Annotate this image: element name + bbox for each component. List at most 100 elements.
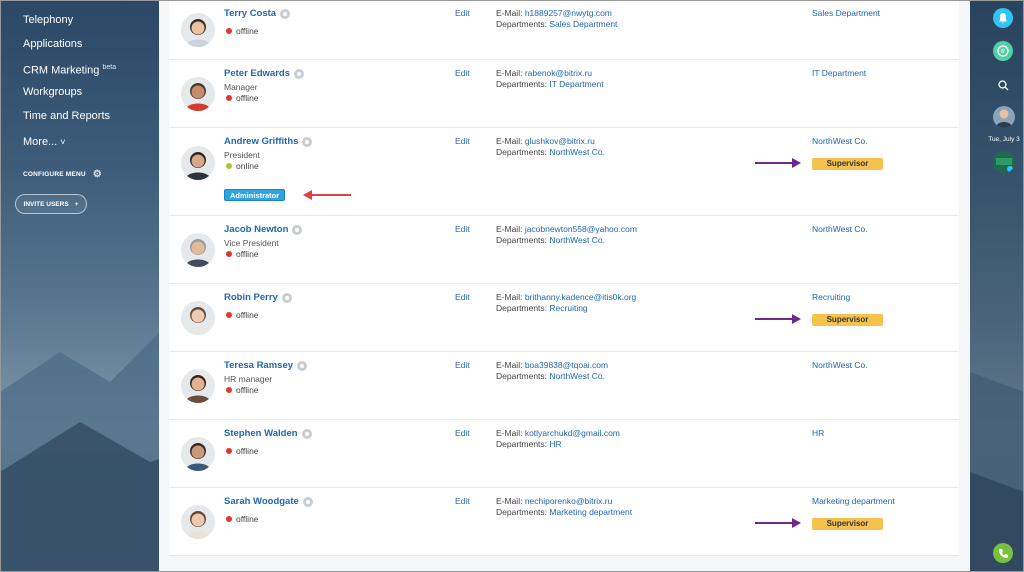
left-sidebar: Telephony Applications CRM Marketing bet… (0, 0, 158, 572)
department-link[interactable]: Recruiting (549, 303, 587, 313)
employee-name[interactable]: Teresa Ramsey (224, 360, 308, 371)
edit-link[interactable]: Edit (455, 292, 470, 302)
department-column-link[interactable]: NorthWest Co. (812, 136, 868, 146)
department-column-link[interactable]: Marketing department (812, 496, 895, 506)
department-link[interactable]: HR (549, 439, 561, 449)
employee-position: President (224, 150, 260, 160)
edit-link[interactable]: Edit (455, 68, 470, 78)
sidebar-item-workgroups[interactable]: Workgroups (0, 80, 158, 104)
beta-tag: beta (102, 64, 117, 71)
invite-users-button[interactable]: INVITE USERS + (15, 194, 87, 214)
edit-link[interactable]: Edit (455, 136, 470, 146)
employee-name-text: Robin Perry (224, 292, 278, 303)
call-button[interactable] (993, 543, 1013, 563)
edit-link[interactable]: Edit (455, 428, 470, 438)
employee-name-text: Sarah Woodgate (224, 496, 299, 507)
email-link[interactable]: rabenok@bitrix.ru (525, 68, 592, 78)
employee-name[interactable]: Sarah Woodgate (224, 496, 313, 507)
sidebar-item-time-reports[interactable]: Time and Reports (0, 104, 158, 128)
status-text: offline (236, 249, 259, 259)
edit-link[interactable]: Edit (455, 8, 470, 18)
table-row: Robin Perry offline Edit E-Mail: brithanny.… (169, 284, 959, 352)
email-link[interactable]: glushkov@bitrix.ru (525, 136, 595, 146)
table-row: Andrew Griffiths President online Administr… (169, 128, 959, 216)
gear-icon[interactable] (302, 496, 313, 507)
chat-button[interactable] (993, 41, 1013, 61)
status-indicator: online (226, 161, 259, 171)
department-link[interactable]: IT Department (549, 79, 603, 89)
email-link[interactable]: nechiporenko@bitrix.ru (525, 496, 613, 506)
department-column-link[interactable]: HR (812, 428, 824, 438)
avatar[interactable] (181, 13, 215, 47)
gear-icon[interactable] (280, 8, 291, 19)
supervisor-badge: Supervisor (812, 518, 883, 530)
employee-name[interactable]: Robin Perry (224, 292, 292, 303)
department-column-link[interactable]: Recruiting (812, 292, 850, 302)
status-text: online (236, 161, 259, 171)
avatar[interactable] (181, 437, 215, 471)
avatar[interactable] (181, 369, 215, 403)
email-label: E-Mail: (496, 428, 525, 438)
notifications-button[interactable] (993, 8, 1013, 28)
configure-menu-button[interactable]: CONFIGURE MENU ⚙ (23, 169, 102, 180)
sidebar-item-more[interactable]: More... ˅ (0, 130, 158, 154)
gear-icon[interactable] (281, 292, 292, 303)
gear-icon[interactable] (301, 428, 312, 439)
employee-name[interactable]: Jacob Newton (224, 224, 303, 235)
status-dot-icon (226, 28, 232, 34)
avatar[interactable] (181, 146, 215, 180)
email-link[interactable]: h1889257@nwytg.com (525, 8, 612, 18)
gear-icon[interactable] (302, 136, 313, 147)
avatar[interactable] (181, 77, 215, 111)
email-link[interactable]: brithanny.kadence@itis0k.org (525, 292, 636, 302)
edit-link[interactable]: Edit (455, 360, 470, 370)
employee-name[interactable]: Terry Costa (224, 8, 291, 19)
avatar[interactable] (181, 301, 215, 335)
edit-link[interactable]: Edit (455, 496, 470, 506)
annotation-arrow-icon (755, 314, 801, 324)
sidebar-item-telephony[interactable]: Telephony (0, 8, 158, 32)
gear-icon[interactable] (294, 68, 304, 79)
user-avatar[interactable] (993, 106, 1015, 128)
table-row: Sarah Woodgate offline Edit E-Mail: nechipo… (169, 488, 959, 556)
contact-info: E-Mail: glushkov@bitrix.ru Departments: N… (496, 136, 605, 158)
status-dot-icon (226, 516, 232, 522)
avatar[interactable] (181, 505, 215, 539)
employee-name[interactable]: Peter Edwards (224, 68, 304, 79)
employee-name[interactable]: Stephen Walden (224, 428, 312, 439)
email-link[interactable]: kotlyarchukd@gmail.com (525, 428, 620, 438)
status-text: offline (236, 385, 259, 395)
employee-name[interactable]: Andrew Griffiths (224, 136, 313, 147)
status-dot-icon (226, 95, 232, 101)
search-button[interactable] (993, 75, 1013, 95)
gear-icon: ⚙ (92, 169, 102, 180)
department-link[interactable]: NorthWest Co. (549, 235, 605, 245)
email-label: E-Mail: (496, 360, 525, 370)
sidebar-item-crm-marketing[interactable]: CRM Marketing beta (0, 56, 158, 80)
department-link[interactable]: NorthWest Co. (549, 147, 605, 157)
email-link[interactable]: jacobnewton558@yahoo.com (525, 224, 637, 234)
department-link[interactable]: Marketing department (549, 507, 632, 517)
avatar[interactable] (181, 233, 215, 267)
gear-icon[interactable] (297, 360, 308, 371)
table-row: Terry Costa offline Edit E-Mail: h1889257@n… (169, 0, 959, 60)
gear-icon[interactable] (292, 224, 303, 235)
department-column-link[interactable]: Sales Department (812, 8, 880, 18)
status-indicator: offline (226, 385, 259, 395)
status-dot-icon (226, 448, 232, 454)
email-link[interactable]: boa39838@tqoai.com (525, 360, 608, 370)
sidebar-item-label: CRM Marketing (23, 64, 100, 77)
department-link[interactable]: NorthWest Co. (549, 371, 605, 381)
plus-icon: + (74, 200, 79, 208)
sidebar-item-applications[interactable]: Applications (0, 32, 158, 56)
department-column-link[interactable]: NorthWest Co. (812, 224, 868, 234)
edit-link[interactable]: Edit (455, 224, 470, 234)
employee-name-text: Andrew Griffiths (224, 136, 299, 147)
group-avatar[interactable] (993, 151, 1015, 173)
department-column-link[interactable]: IT Department (812, 68, 866, 78)
department-column-link[interactable]: NorthWest Co. (812, 360, 868, 370)
department-link[interactable]: Sales Department (549, 19, 617, 29)
table-row: Jacob Newton Vice President offline Edit E-M… (169, 216, 959, 284)
table-row: Peter Edwards Manager offline Edit E-Mail: r… (169, 60, 959, 128)
employee-name-text: Teresa Ramsey (224, 360, 294, 371)
